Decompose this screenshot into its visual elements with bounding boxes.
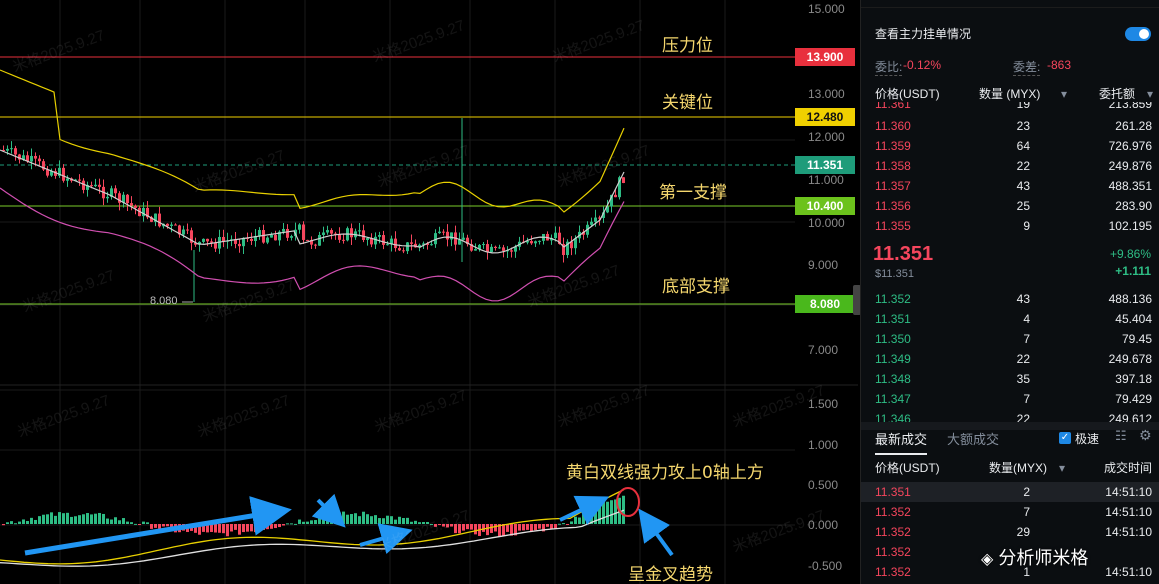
trend-arrow-5 (638, 508, 674, 557)
y-tick: 1.000 (808, 438, 839, 452)
y-tick: 10.000 (808, 216, 845, 230)
y-tick: 13.000 (808, 87, 845, 101)
resistance-price-tag: 13.900 (795, 48, 855, 66)
bid-row[interactable]: 11.352 43 488.136 (861, 289, 1159, 309)
y-tick: -0.500 (808, 559, 843, 573)
diff-value: -863 (1047, 58, 1072, 72)
current-price-tag: 11.351 (795, 156, 855, 174)
tab-large-trades[interactable]: 大额成交 (947, 429, 999, 448)
bid-row[interactable]: 11.349 22 249.678 (861, 349, 1159, 369)
fast-checkbox[interactable]: ✓ (1059, 432, 1071, 444)
candlesticks (2, 118, 625, 302)
macd-dea-line (0, 509, 625, 567)
macd-histogram (2, 495, 625, 537)
chart-area[interactable]: 15.000 13.000 12.000 11.000 10.000 9.000… (0, 0, 858, 584)
tab-latest-trades[interactable]: 最新成交 (875, 429, 928, 455)
key-level-annotation: 关键位 (662, 93, 713, 113)
trade-row[interactable]: 11.352 29 14:51:10 (861, 522, 1159, 542)
change-absolute: +1.111 (1115, 264, 1151, 278)
bottom-support-price-tag: 8.080 (795, 295, 855, 313)
bid-row[interactable]: 11.347 7 79.429 (861, 389, 1159, 409)
ratio-value: -0.12% (903, 58, 942, 72)
ask-row[interactable]: 11.360 23 261.28 (861, 116, 1159, 136)
bollinger-upper (0, 69, 625, 213)
golden-cross-annotation: 呈金叉趋势 (628, 565, 713, 584)
ask-row[interactable]: 11.355 9 102.195 (861, 216, 1159, 236)
ask-row[interactable]: 11.358 22 249.876 (861, 156, 1159, 176)
trades-header: 价格(USDT) 数量(MYX) ▾ 成交时间 (875, 461, 1152, 475)
ask-row[interactable]: 11.357 43 488.351 (861, 176, 1159, 196)
y-tick: 1.500 (808, 397, 839, 411)
last-price: 11.351 (873, 243, 934, 265)
diff-label: 委差: (1013, 60, 1041, 76)
first-support-price-tag: 10.400 (795, 197, 855, 215)
trade-row[interactable]: 11.351 2 14:51:10 (861, 482, 1159, 502)
bid-row-partial[interactable]: 11.346 22 249.612 (861, 412, 1159, 422)
bid-row[interactable]: 11.348 35 397.18 (861, 369, 1159, 389)
change-percent: +9.86% (1109, 247, 1151, 261)
ask-row[interactable]: 11.356 25 283.90 (861, 196, 1159, 216)
key-level-price-tag: 12.480 (795, 108, 855, 126)
bid-row[interactable]: 11.351 4 45.404 (861, 309, 1159, 329)
trade-row[interactable]: 11.352 7 14:51:10 (861, 502, 1159, 522)
y-tick: 9.000 (808, 258, 839, 272)
brand-icon: ◈ (981, 551, 994, 568)
order-book-header: 价格(USDT) 数量 (MYX) ▾ 委托额 ▾ (875, 87, 1154, 101)
y-tick: 15.000 (808, 2, 845, 16)
bid-row[interactable]: 11.350 7 79.45 (861, 329, 1159, 349)
brand-watermark: ◈ 分析师米格 (981, 548, 1089, 568)
y-tick: 0.000 (808, 518, 839, 532)
ask-row-partial[interactable]: 11.361 19 213.859 (861, 102, 1159, 112)
order-book-panel: 查看主力挂单情况 委比: -0.12% 委差: -863 价格(USDT) 数量… (860, 0, 1159, 584)
main-orders-toggle[interactable] (1125, 27, 1151, 41)
list-settings-icon[interactable]: ☷ (1115, 428, 1127, 444)
y-tick: 7.000 (808, 343, 839, 357)
y-tick: 0.500 (808, 478, 839, 492)
ask-row[interactable]: 11.359 64 726.976 (861, 136, 1159, 156)
macd-annotation: 黄白双线强力攻上0轴上方 (566, 463, 764, 483)
last-price-usd: $11.351 (875, 268, 914, 280)
main-orders-toggle-label: 查看主力挂单情况 (875, 27, 972, 41)
fast-label: 极速 (1075, 432, 1100, 446)
bottom-support-annotation: 底部支撑 (662, 277, 730, 297)
y-tick: 12.000 (808, 130, 845, 144)
ratio-label: 委比: (875, 60, 903, 76)
low-price-label: 8.080 (150, 295, 178, 307)
trend-arrow-3 (359, 523, 413, 555)
resistance-annotation: 压力位 (662, 36, 713, 56)
y-tick: 11.000 (808, 173, 844, 187)
gear-icon[interactable]: ⚙ (1139, 427, 1152, 444)
first-support-annotation: 第一支撑 (659, 183, 727, 203)
